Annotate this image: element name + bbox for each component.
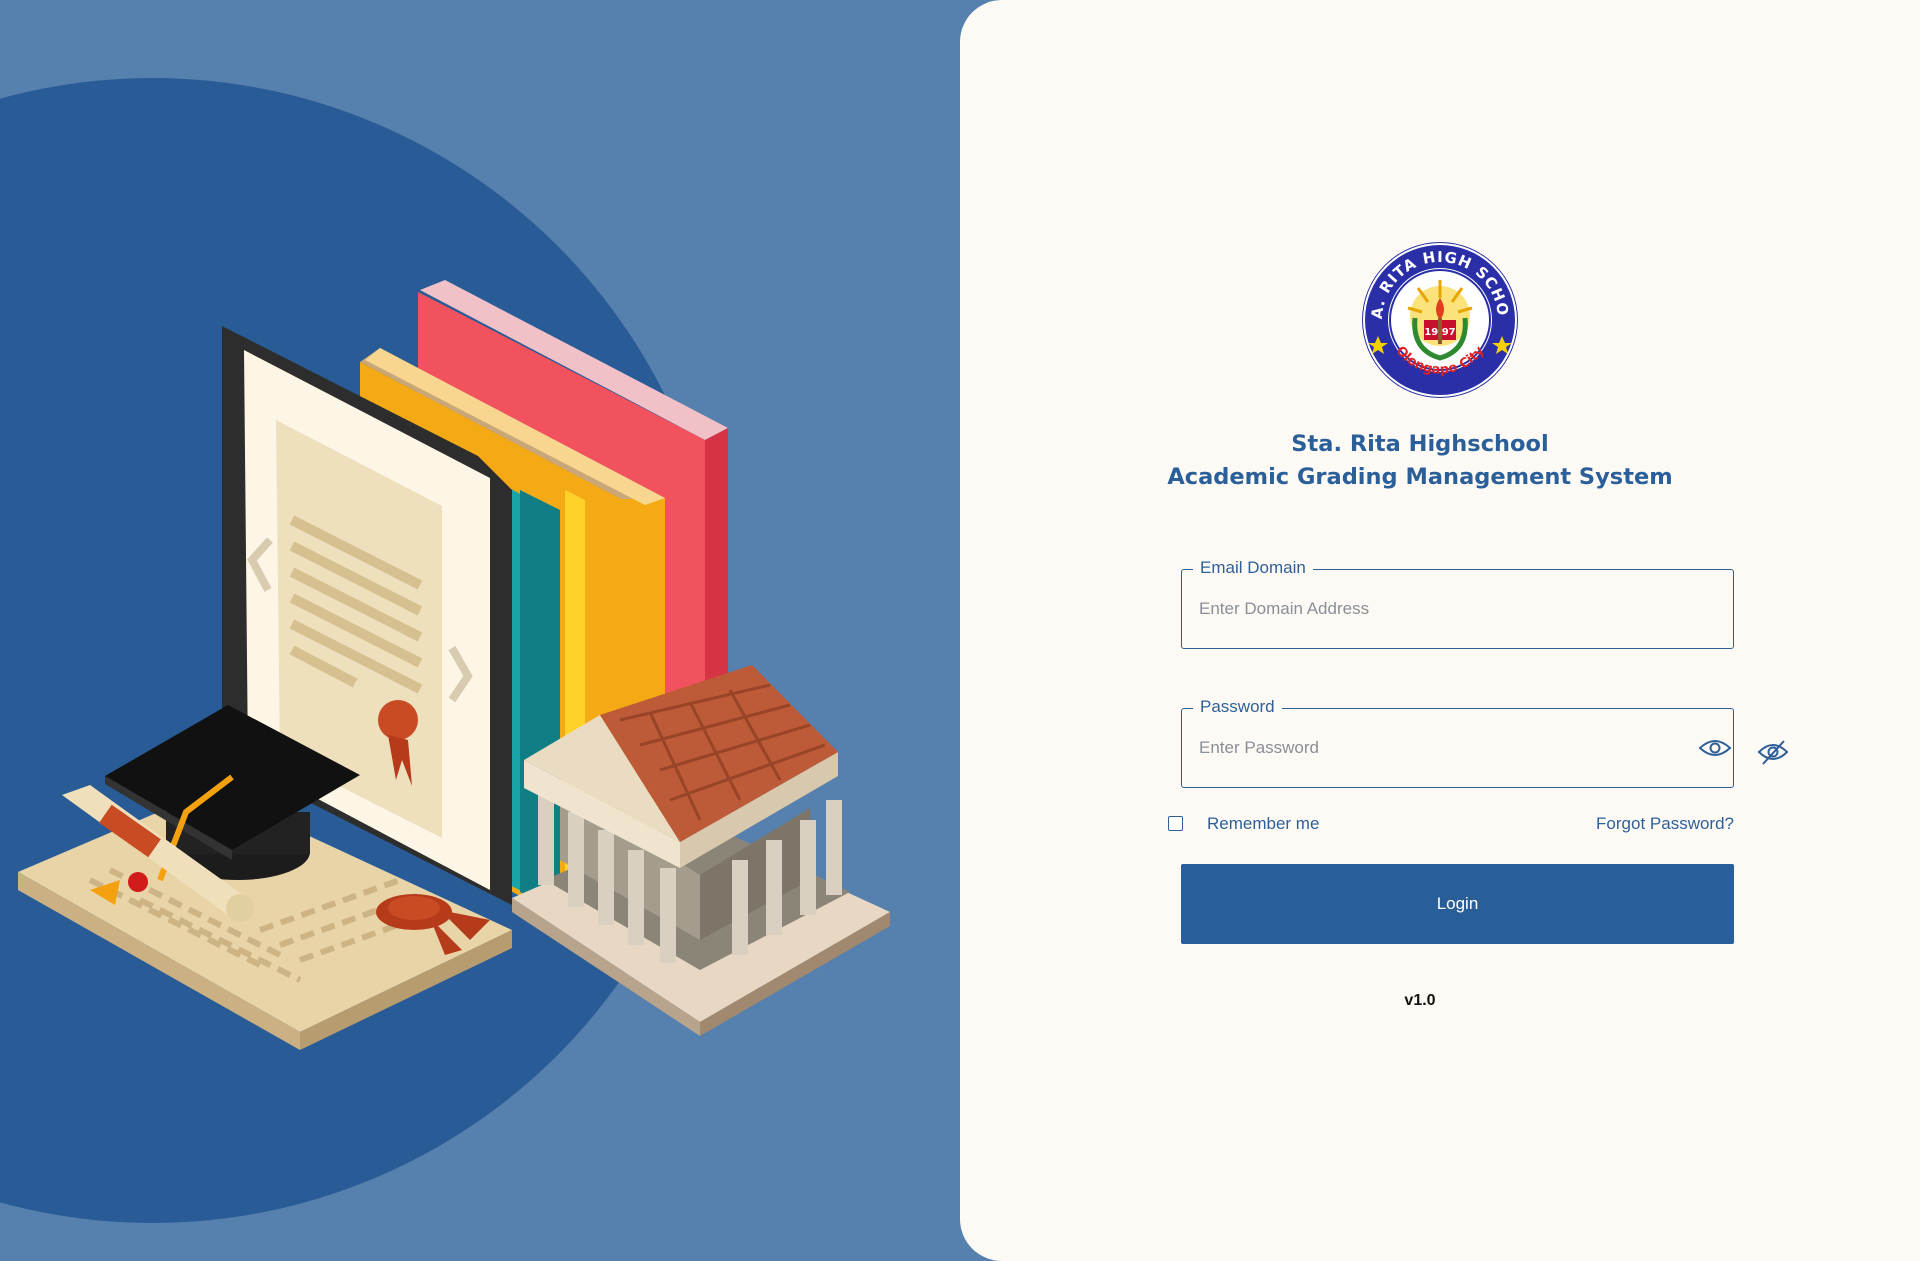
remember-me-checkbox[interactable] <box>1168 816 1183 831</box>
school-name: Sta. Rita Highschool <box>1291 431 1549 457</box>
version-label: v1.0 <box>1404 992 1436 1009</box>
email-domain-label: Email Domain <box>1193 557 1313 579</box>
hero-illustration-area <box>0 0 1000 1261</box>
school-logo: STA. RITA HIGH SCHOOL Olongapo City 19 9… <box>1360 240 1518 398</box>
login-panel: STA. RITA HIGH SCHOOL Olongapo City 19 9… <box>960 0 1920 1261</box>
password-field: Password <box>1181 696 1734 788</box>
login-button[interactable]: Login <box>1181 864 1734 944</box>
forgot-password-link[interactable]: Forgot Password? <box>1596 814 1734 834</box>
system-name: Academic Grading Management System <box>1167 464 1673 490</box>
remember-me-label[interactable]: Remember me <box>1207 814 1319 834</box>
remember-row: Remember me Forgot Password? <box>1168 812 1734 838</box>
email-domain-input[interactable] <box>1199 592 1669 626</box>
password-label: Password <box>1193 696 1282 718</box>
eye-off-icon[interactable] <box>1756 738 1790 766</box>
page-title: Sta. Rita Highschool Academic Grading Ma… <box>920 428 1920 494</box>
email-domain-field: Email Domain <box>1181 557 1734 649</box>
password-input[interactable] <box>1199 731 1669 765</box>
education-illustration <box>18 280 890 1050</box>
eye-icon[interactable] <box>1697 736 1733 760</box>
